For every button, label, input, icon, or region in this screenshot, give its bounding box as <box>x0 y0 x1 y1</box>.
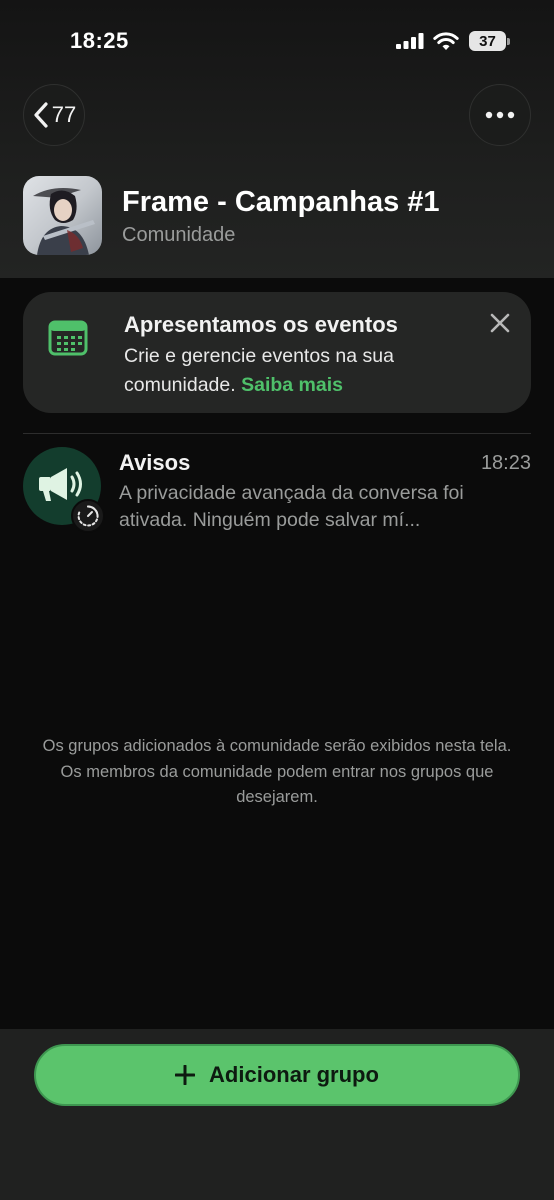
more-icon <box>485 111 515 119</box>
timer-badge <box>71 499 105 533</box>
announcements-avatar <box>23 447 105 533</box>
divider <box>23 433 531 434</box>
more-options-button[interactable] <box>469 84 531 146</box>
chevron-left-icon <box>34 102 48 128</box>
wifi-icon <box>433 32 459 50</box>
announcements-row[interactable]: Avisos 18:23 A privacidade avançada da c… <box>0 440 554 540</box>
announcements-preview: A privacidade avançada da conversa foi a… <box>119 482 464 531</box>
announcements-name: Avisos <box>119 450 191 475</box>
announcements-time: 18:23 <box>480 452 531 474</box>
calendar-icon <box>48 320 88 356</box>
info-line-1: Os grupos adicionados à comunidade serão… <box>42 737 512 755</box>
events-card[interactable]: Apresentamos os eventos Crie e gerencie … <box>23 292 531 413</box>
bottom-bar: Adicionar grupo <box>0 1029 554 1200</box>
status-bar: 18:25 37 <box>0 0 554 80</box>
community-avatar[interactable] <box>23 176 102 255</box>
timer-icon <box>77 505 99 527</box>
info-line-2: Os membros da comunidade podem entrar no… <box>60 762 494 807</box>
battery-level: 37 <box>469 31 506 51</box>
plus-icon <box>175 1065 196 1085</box>
back-count: 77 <box>51 102 77 127</box>
signal-icon <box>396 33 424 49</box>
megaphone-icon <box>39 468 82 501</box>
events-body: Crie e gerencie eventos na sua comunidad… <box>124 342 444 400</box>
back-button[interactable]: 77 <box>23 84 85 146</box>
battery-icon: 37 <box>469 31 511 51</box>
community-avatar-image <box>23 176 102 255</box>
community-title: Frame - Campanhas #1 <box>122 186 440 218</box>
add-group-label: Adicionar grupo <box>209 1062 379 1087</box>
empty-state-info: Os grupos adicionados à comunidade serão… <box>27 734 527 811</box>
status-time: 18:25 <box>70 28 129 53</box>
events-title: Apresentamos os eventos <box>124 312 398 337</box>
learn-more-link[interactable]: Saiba mais <box>241 374 343 396</box>
close-icon[interactable] <box>489 312 511 334</box>
community-subtitle: Comunidade <box>122 224 236 246</box>
add-group-button[interactable]: Adicionar grupo <box>34 1044 520 1106</box>
